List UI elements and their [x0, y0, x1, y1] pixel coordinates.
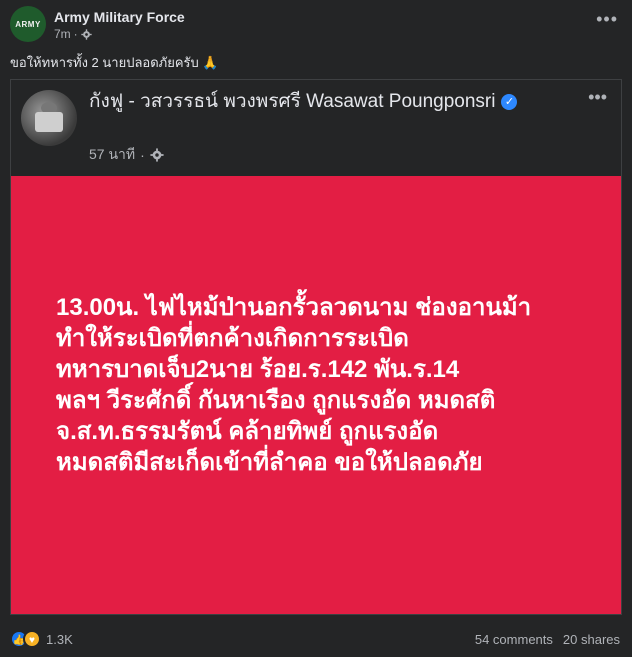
- shared-post-time[interactable]: 57 นาที: [89, 144, 135, 166]
- post-footer: 👍 ♥ 1.3K 54 comments 20 shares: [0, 624, 632, 657]
- shares-link[interactable]: 20 shares: [563, 632, 620, 647]
- shared-post-card[interactable]: กังฟู - วสวรรธน์ พวงพรศรี Wasawat Poungp…: [10, 79, 622, 615]
- author-name-text: กังฟู - วสวรรธน์ พวงพรศรี Wasawat Poungp…: [89, 91, 496, 112]
- shared-post-header: กังฟู - วสวรรธน์ พวงพรศรี Wasawat Poungp…: [11, 80, 621, 176]
- page-avatar-logo: ARMY: [15, 19, 41, 29]
- page-name[interactable]: Army Military Force: [54, 9, 185, 25]
- care-icon: ♥: [23, 630, 41, 648]
- reaction-count: 1.3K: [46, 631, 73, 647]
- comments-link[interactable]: 54 comments: [475, 632, 553, 647]
- meta-separator: ·: [73, 27, 78, 41]
- page-avatar[interactable]: ARMY: [10, 6, 46, 42]
- avatar-shape: [35, 112, 63, 132]
- author-avatar[interactable]: [21, 90, 77, 146]
- reactions-summary[interactable]: 👍 ♥ 1.3K: [10, 630, 73, 648]
- author-name[interactable]: กังฟู - วสวรรธน์ พวงพรศรี Wasawat Poungp…: [89, 88, 519, 116]
- post-meta: 7m ·: [54, 27, 92, 41]
- text-post-background: 13.00น. ไฟไหม้ป่านอกรั้วลวดนาม ช่องอานม้…: [11, 176, 621, 614]
- post-time[interactable]: 7m: [54, 27, 71, 41]
- verified-badge-icon: ✓: [501, 94, 518, 110]
- gear-icon[interactable]: [81, 28, 92, 40]
- post-header: ARMY Army Military Force 7m · •••: [0, 0, 632, 44]
- post-caption: ขอให้ทหารทั้ง 2 นายปลอดภัยครับ 🙏: [10, 55, 219, 70]
- more-horizontal-icon[interactable]: •••: [596, 10, 618, 28]
- meta-separator: ·: [140, 147, 145, 163]
- text-post-content: 13.00น. ไฟไหม้ป่านอกรั้วลวดนาม ช่องอานม้…: [56, 294, 532, 476]
- shared-post-meta: 57 นาที ·: [89, 144, 164, 166]
- gear-icon[interactable]: [150, 148, 164, 162]
- engagement-counts: 54 comments 20 shares: [475, 632, 620, 647]
- more-horizontal-icon[interactable]: •••: [588, 88, 607, 106]
